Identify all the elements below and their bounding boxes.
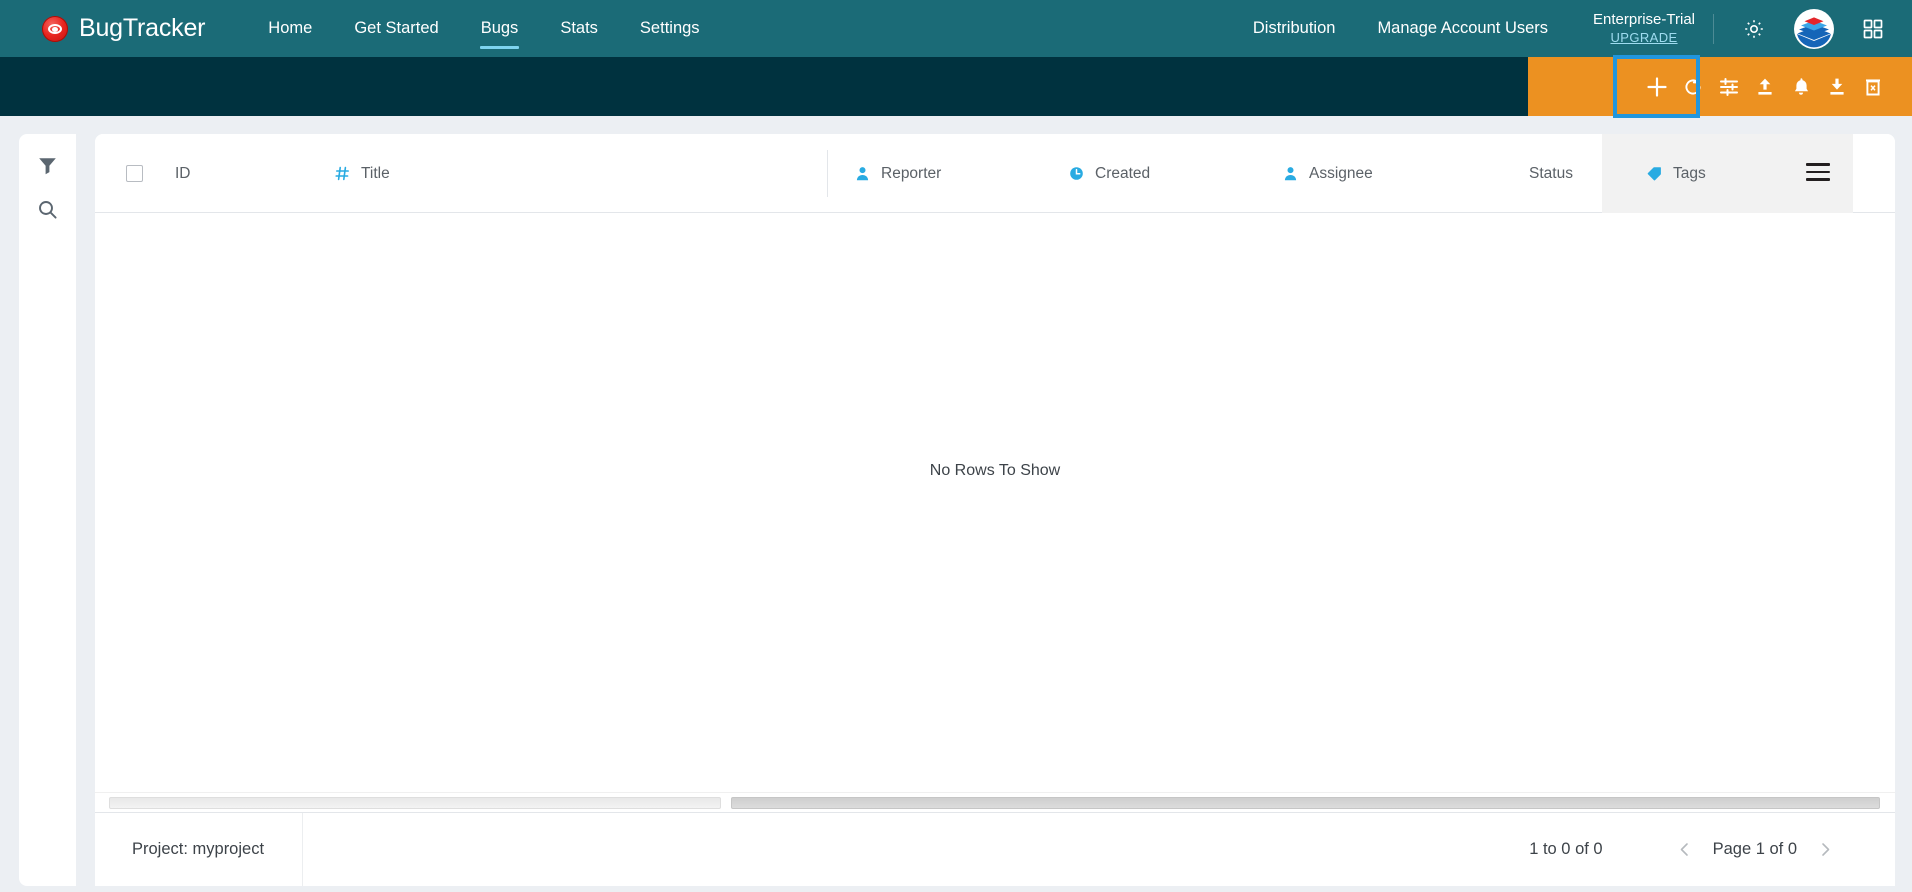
tag-icon [1647,166,1662,181]
funnel-icon [37,155,58,181]
add-bug-button[interactable] [1613,55,1700,118]
next-page-button[interactable] [1803,828,1847,872]
plan-name: Enterprise-Trial [1593,11,1695,28]
trash-icon[interactable] [1856,70,1890,104]
grid-footer: Project: myproject 1 to 0 of 0 Page 1 of… [95,812,1895,886]
footer-divider [302,812,304,886]
column-label-assignee: Assignee [1309,164,1373,182]
upload-button[interactable] [1748,70,1782,104]
column-header-select[interactable] [126,134,143,213]
column-settings-button[interactable] [1712,70,1746,104]
tags-label-wrap: Tags [1647,165,1706,183]
column-header-created[interactable]: Created [1069,134,1150,213]
column-header-status[interactable]: Status [1529,134,1573,213]
horizontal-scrollbar[interactable] [95,792,1895,812]
bugs-grid-card: ID Title Reporter Created Assignee Statu… [95,134,1895,886]
clock-icon [1069,166,1084,181]
secondary-nav: Distribution Manage Account Users Enterp… [1232,0,1912,57]
column-label-title: Title [361,164,390,182]
bug-eye-logo-icon [42,15,68,42]
nav-item-home[interactable]: Home [247,0,333,57]
page-label: Page 1 of 0 [1712,840,1797,858]
search-tool-button[interactable] [28,192,68,232]
search-icon [37,199,58,225]
column-label-reporter: Reporter [881,164,942,182]
plus-icon [1646,76,1667,97]
column-header-id[interactable]: ID [175,134,191,213]
column-header-assignee[interactable]: Assignee [1283,134,1373,213]
hash-icon [335,166,350,181]
upgrade-link[interactable]: UPGRADE [1610,30,1677,46]
column-header-title[interactable]: Title [335,134,390,213]
project-label: Project: myproject [132,840,265,858]
no-rows-message: No Rows To Show [929,462,1061,479]
nav-item-distribution[interactable]: Distribution [1232,0,1357,57]
column-label-created: Created [1095,164,1151,182]
nav-item-get-started[interactable]: Get Started [333,0,459,57]
nav-item-bugs[interactable]: Bugs [460,0,540,57]
gear-icon[interactable] [1742,17,1766,41]
column-label-id: ID [175,164,191,182]
download-button[interactable] [1820,70,1854,104]
column-label-status: Status [1529,164,1573,182]
brand-name: BugTracker [79,14,206,42]
nav-item-manage-account-users[interactable]: Manage Account Users [1356,0,1569,57]
bell-icon[interactable] [1784,70,1818,104]
scrollbar-thumb-right[interactable] [731,797,1880,809]
nav-item-stats[interactable]: Stats [539,0,619,57]
prev-page-button[interactable] [1663,828,1707,872]
pagination: 1 to 0 of 0 Page 1 of 0 [1529,828,1895,872]
row-count-label: 1 to 0 of 0 [1529,840,1603,858]
primary-nav: Home Get Started Bugs Stats Settings [247,0,720,57]
grid-body: No Rows To Show [95,213,1895,811]
action-toolbar [1528,57,1912,116]
filter-tool-button[interactable] [28,148,68,188]
plan-block: Enterprise-Trial UPGRADE [1593,11,1695,46]
scrollbar-thumb-left[interactable] [109,797,721,809]
stack-diamond-logo-icon[interactable] [1794,8,1834,49]
person-icon [855,166,870,181]
grid-header-row: ID Title Reporter Created Assignee Statu… [95,134,1895,213]
nav-divider [1713,13,1714,44]
select-all-checkbox[interactable] [126,165,143,182]
column-divider [827,150,828,197]
top-navigation-bar: BugTracker Home Get Started Bugs Stats S… [0,0,1912,57]
apps-grid-icon[interactable] [1862,18,1884,40]
column-label-tags: Tags [1673,164,1706,182]
column-header-reporter[interactable]: Reporter [855,134,941,213]
nav-item-settings[interactable]: Settings [619,0,721,57]
left-tool-rail [19,134,76,886]
chevron-left-icon [1680,843,1688,856]
brand[interactable]: BugTracker [42,14,205,43]
chevron-right-icon [1821,843,1829,856]
hamburger-menu-icon[interactable] [1806,163,1830,183]
person-icon [1283,166,1298,181]
column-header-tags[interactable]: Tags [1602,134,1853,213]
